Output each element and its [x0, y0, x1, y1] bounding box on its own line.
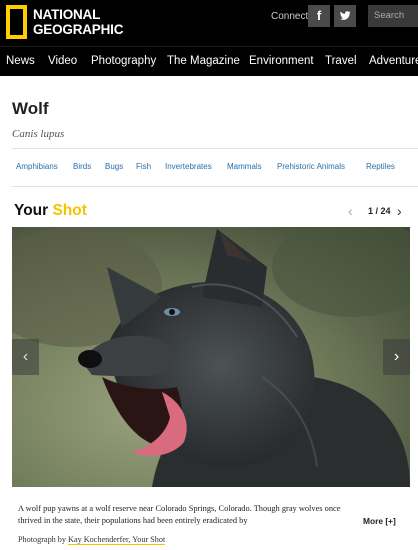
- category-fish[interactable]: Fish: [136, 162, 151, 171]
- your-shot-title-part2: Shot: [52, 202, 87, 219]
- photo-prev-button[interactable]: ‹: [12, 339, 39, 375]
- nav-item-travel[interactable]: Travel: [325, 55, 357, 67]
- wolf-pup-photo: [12, 227, 410, 487]
- connect-label: Connect:: [271, 11, 312, 22]
- site-header: NATIONAL GEOGRAPHIC Connect: f: [0, 0, 418, 46]
- photo-counter: 1 / 24: [368, 206, 391, 216]
- yellow-border-icon: [6, 5, 27, 39]
- nav-item-video[interactable]: Video: [48, 55, 77, 67]
- gallery-photo[interactable]: [12, 227, 410, 487]
- more-button[interactable]: More [+]: [363, 516, 396, 526]
- nav-item-photography[interactable]: Photography: [91, 55, 156, 67]
- nav-item-environment[interactable]: Environment: [249, 55, 314, 67]
- logo-line1: NATIONAL: [33, 7, 101, 22]
- logo-line2: GEOGRAPHIC: [33, 22, 124, 37]
- divider: [12, 148, 418, 149]
- category-reptiles[interactable]: Reptiles: [366, 162, 395, 171]
- natgeo-logo[interactable]: NATIONAL GEOGRAPHIC: [6, 5, 123, 39]
- your-shot-title-part1: Your: [14, 202, 49, 219]
- divider: [12, 186, 418, 187]
- page-title: Wolf: [12, 99, 49, 118]
- scientific-name: Canis lupus: [12, 128, 65, 140]
- category-invertebrates[interactable]: Invertebrates: [165, 162, 212, 171]
- pager-prev-icon[interactable]: ‹: [348, 203, 353, 219]
- category-amphibians[interactable]: Amphibians: [16, 162, 58, 171]
- credit-prefix: Photograph by: [18, 535, 66, 544]
- logo-text: NATIONAL GEOGRAPHIC: [33, 7, 123, 37]
- facebook-icon[interactable]: f: [308, 5, 330, 27]
- nav-item-news[interactable]: News: [6, 55, 35, 67]
- search-input[interactable]: [374, 10, 418, 21]
- twitter-icon[interactable]: [334, 5, 356, 27]
- main-nav: News Video Photography The Magazine Envi…: [0, 46, 418, 76]
- category-mammals[interactable]: Mammals: [227, 162, 262, 171]
- photo-next-button[interactable]: ›: [383, 339, 410, 375]
- pager-next-icon[interactable]: ›: [397, 203, 402, 219]
- photographer-link[interactable]: Kay Kochenderfer, Your Shot: [68, 535, 166, 545]
- category-bugs[interactable]: Bugs: [105, 162, 123, 171]
- your-shot-title: Your Shot: [14, 202, 87, 220]
- nav-item-adventure[interactable]: Adventure: [369, 55, 418, 67]
- twitter-bird-icon: [339, 11, 351, 20]
- search-box[interactable]: [368, 5, 418, 27]
- nav-item-the-magazine[interactable]: The Magazine: [167, 55, 240, 67]
- category-prehistoric-animals[interactable]: Prehistoric Animals: [277, 162, 345, 171]
- category-birds[interactable]: Birds: [73, 162, 91, 171]
- photo-caption: A wolf pup yawns at a wolf reserve near …: [18, 504, 341, 525]
- photo-credit: Photograph by Kay Kochenderfer, Your Sho…: [18, 535, 166, 545]
